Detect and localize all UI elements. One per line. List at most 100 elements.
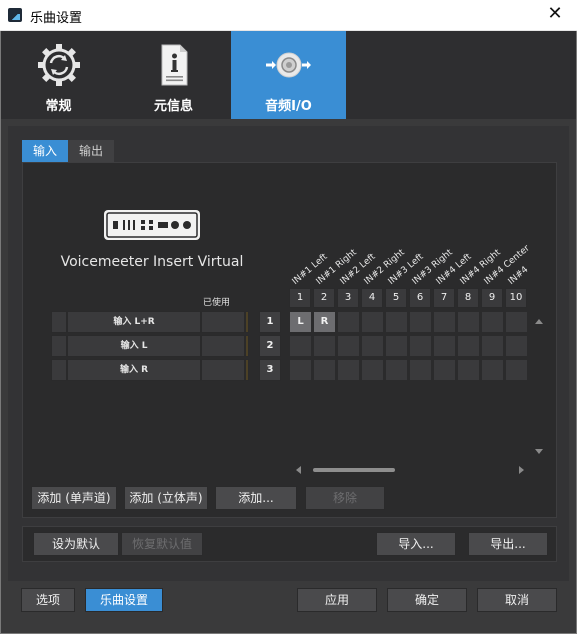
add-mono-button[interactable]: 添加 (单声道)	[31, 486, 117, 510]
routing-cell[interactable]	[409, 335, 432, 357]
channel-name-headers: IN#1 Left IN#1 Right IN#2 Left IN#2 Righ…	[289, 219, 539, 289]
tab-meta-info[interactable]: 元信息	[116, 31, 231, 119]
routing-cell[interactable]: R	[313, 311, 336, 333]
routing-cell[interactable]	[361, 311, 384, 333]
input-name[interactable]: 输入 L+R	[67, 311, 201, 333]
cancel-button[interactable]: 取消	[477, 588, 557, 612]
preset-bar: 设为默认 恢复默认值 导入... 导出...	[22, 526, 557, 562]
input-name[interactable]: 输入 R	[67, 359, 201, 381]
routing-cell[interactable]	[505, 335, 528, 357]
routing-cell[interactable]	[289, 359, 312, 381]
scroll-down-icon[interactable]	[535, 449, 543, 454]
routing-cell[interactable]	[433, 311, 456, 333]
set-default-button[interactable]: 设为默认	[33, 532, 119, 556]
audio-io-icon	[266, 52, 311, 78]
routing-cell[interactable]	[337, 335, 360, 357]
routing-cell[interactable]	[433, 335, 456, 357]
restore-default-button[interactable]: 恢复默认值	[121, 532, 203, 556]
routing-cell[interactable]	[337, 359, 360, 381]
row-select-handle[interactable]	[51, 359, 67, 381]
routing-cell[interactable]	[481, 359, 504, 381]
channel-number-header: 8	[457, 288, 479, 308]
routing-cell[interactable]	[385, 359, 408, 381]
song-settings-button[interactable]: 乐曲设置	[85, 588, 163, 612]
used-cell	[201, 359, 245, 381]
routing-cell[interactable]: L	[289, 311, 312, 333]
routing-cell[interactable]	[505, 311, 528, 333]
channel-number-header: 5	[385, 288, 407, 308]
level-bar	[245, 311, 249, 333]
routing-cell[interactable]	[361, 359, 384, 381]
app-icon	[8, 8, 22, 22]
window-titlebar: 乐曲设置 ✕	[0, 0, 577, 31]
tab-general-label: 常规	[45, 99, 72, 114]
routing-cell[interactable]	[457, 335, 480, 357]
input-name[interactable]: 输入 L	[67, 335, 201, 357]
input-row[interactable]: 输入 L+R 1	[51, 311, 283, 333]
input-row[interactable]: 输入 R 3	[51, 359, 283, 381]
row-select-handle[interactable]	[51, 335, 67, 357]
audio-io-panel: 输入 输出 Voicemeeter Insert Virtual 已使用 IN#…	[8, 126, 569, 581]
routing-cell[interactable]	[337, 311, 360, 333]
level-bar	[245, 335, 249, 357]
remove-button[interactable]: 移除	[305, 486, 385, 510]
scroll-right-icon[interactable]	[519, 466, 524, 474]
channel-number-header: 10	[505, 288, 527, 308]
ok-button[interactable]: 确定	[387, 588, 467, 612]
routing-cell[interactable]	[385, 335, 408, 357]
export-button[interactable]: 导出...	[468, 532, 548, 556]
routing-cell[interactable]	[313, 335, 336, 357]
input-row[interactable]: 输入 L 2	[51, 335, 283, 357]
routing-cell[interactable]	[433, 359, 456, 381]
gear-sync-icon	[38, 44, 80, 86]
routing-cell[interactable]	[409, 311, 432, 333]
routing-cell[interactable]	[481, 335, 504, 357]
routing-cell[interactable]	[385, 311, 408, 333]
tab-audio-io-label: 音频I/O	[265, 99, 312, 114]
io-matrix-area: Voicemeeter Insert Virtual 已使用 IN#1 Left…	[22, 162, 557, 518]
import-button[interactable]: 导入...	[376, 532, 456, 556]
audio-interface-icon	[104, 210, 200, 240]
options-button[interactable]: 选项	[21, 588, 75, 612]
apply-button[interactable]: 应用	[297, 588, 377, 612]
routing-cell[interactable]	[457, 311, 480, 333]
routing-cell[interactable]	[361, 335, 384, 357]
horizontal-scrollbar-thumb[interactable]	[313, 468, 395, 472]
close-icon[interactable]: ✕	[545, 4, 565, 24]
tab-meta-info-label: 元信息	[153, 99, 193, 114]
channel-number-header: 2	[313, 288, 335, 308]
used-cell	[201, 311, 245, 333]
row-number: 2	[259, 335, 281, 357]
routing-cell[interactable]	[313, 359, 336, 381]
channel-number-header: 7	[433, 288, 455, 308]
scroll-up-icon[interactable]	[535, 319, 543, 324]
channel-number-header: 9	[481, 288, 503, 308]
used-column-header: 已使用	[203, 298, 231, 308]
row-number: 1	[259, 311, 281, 333]
used-cell	[201, 335, 245, 357]
channel-number-header: 3	[337, 288, 359, 308]
routing-cell[interactable]	[289, 335, 312, 357]
dialog-body: 常规 元信息 音频I/O 输入 输出 Voicemeeter Insert Vi…	[0, 31, 577, 634]
row-number: 3	[259, 359, 281, 381]
routing-cell[interactable]	[457, 359, 480, 381]
routing-cell[interactable]	[481, 311, 504, 333]
channel-number-header: 4	[361, 288, 383, 308]
add-button[interactable]: 添加...	[215, 486, 297, 510]
tab-general[interactable]: 常规	[1, 31, 116, 119]
routing-matrix-grid: 1 2 3 4 5 6 7 8 9 10 L R	[289, 288, 531, 406]
channel-number-header: 1	[289, 288, 311, 308]
tab-output[interactable]: 输出	[68, 140, 114, 162]
add-stereo-button[interactable]: 添加 (立体声)	[124, 486, 208, 510]
routing-cell[interactable]	[409, 359, 432, 381]
routing-cell[interactable]	[505, 359, 528, 381]
row-select-handle[interactable]	[51, 311, 67, 333]
tab-input[interactable]: 输入	[22, 140, 68, 162]
tab-audio-io[interactable]: 音频I/O	[231, 31, 346, 119]
level-bar	[245, 359, 249, 381]
device-name: Voicemeeter Insert Virtual	[60, 254, 244, 270]
scroll-left-icon[interactable]	[296, 466, 301, 474]
channel-number-header: 6	[409, 288, 431, 308]
category-tabs: 常规 元信息 音频I/O	[1, 31, 576, 119]
window-title: 乐曲设置	[30, 11, 83, 26]
